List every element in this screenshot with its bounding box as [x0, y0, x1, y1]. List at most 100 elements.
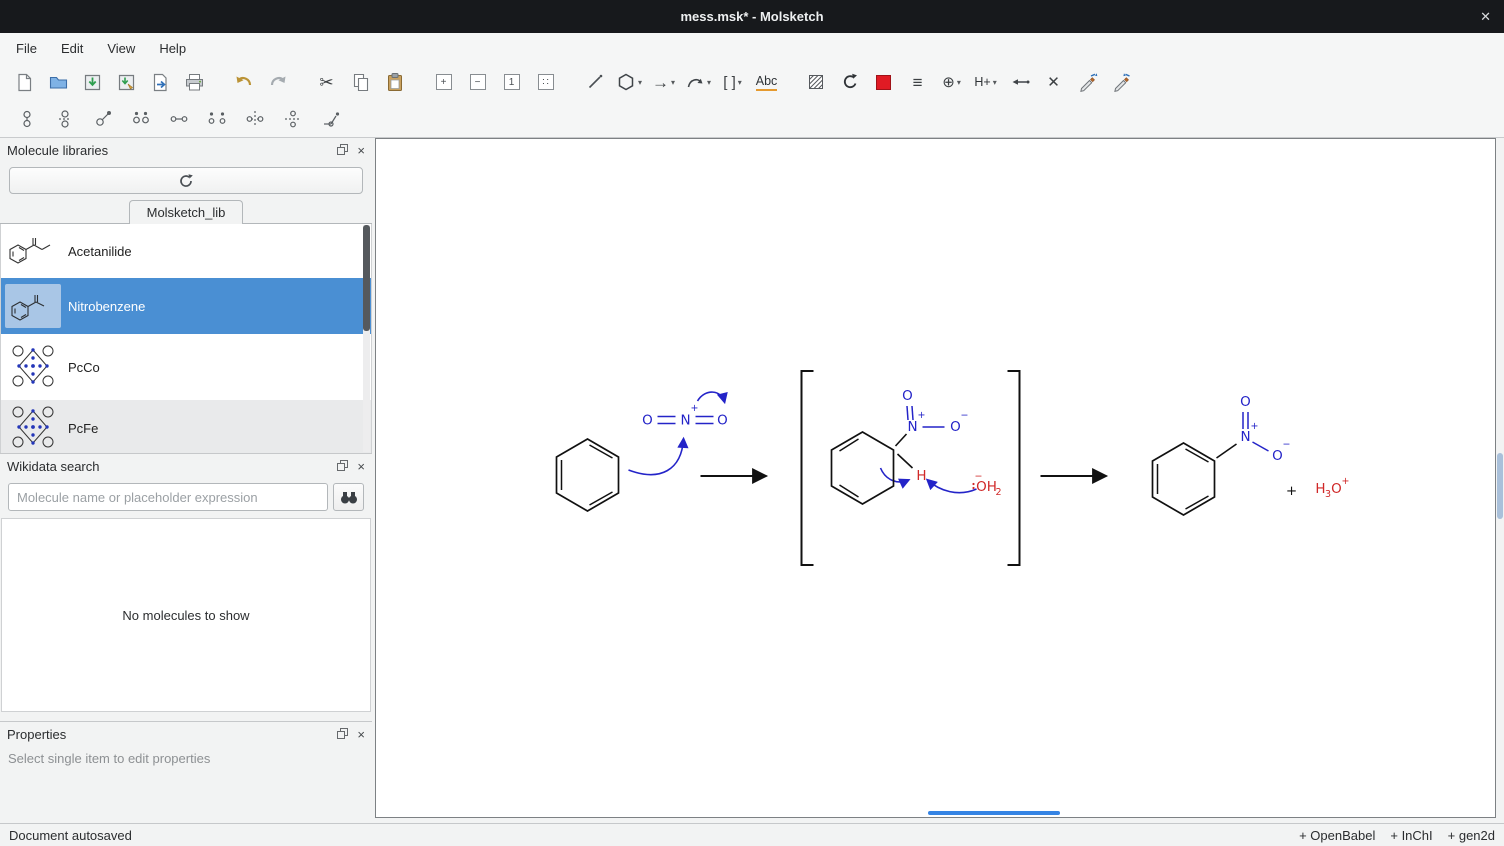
save-as-button[interactable] — [114, 69, 139, 95]
main-area: Molecule libraries × Molsketch_lib — [0, 138, 1504, 823]
add-ligand-button[interactable] — [90, 106, 115, 132]
list-item-pcco[interactable]: PcCo — [1, 334, 371, 400]
copy-button[interactable] — [348, 69, 373, 95]
save-button[interactable] — [80, 69, 105, 95]
list-item-acetanilide[interactable]: Acetanilide — [1, 224, 371, 278]
hydrogen-button[interactable]: H+▾ — [973, 69, 998, 95]
export-button[interactable] — [148, 69, 173, 95]
list-item-pcfe[interactable]: PcFe — [1, 400, 371, 453]
atom-label-o: O — [717, 413, 728, 429]
list-item-label: Acetanilide — [68, 244, 132, 259]
nitrobenzene-product[interactable]: O N + O − — [1153, 394, 1291, 515]
save-as-icon — [116, 72, 137, 93]
lone-pair-button[interactable] — [1007, 69, 1032, 95]
dropdown-arrow-icon[interactable]: ▾ — [993, 78, 997, 87]
wikidata-search-dock: Wikidata search × No molecules to show — [0, 453, 372, 721]
nitronium-ion[interactable]: O N + O — [642, 403, 728, 429]
statusbar: Document autosaved + OpenBabel + InChI +… — [0, 823, 1504, 846]
menu-help[interactable]: Help — [147, 37, 198, 60]
new-document-button[interactable] — [12, 69, 37, 95]
dropdown-arrow-icon[interactable]: ▾ — [738, 78, 742, 87]
color-button[interactable] — [871, 69, 896, 95]
zoom-fit-button[interactable]: ∷ — [533, 69, 558, 95]
swap-fragments-button[interactable] — [128, 106, 153, 132]
draw-bond-button[interactable] — [582, 69, 607, 95]
library-list-scrollbar[interactable] — [363, 225, 370, 452]
bracket-right[interactable] — [1008, 371, 1020, 565]
float-dock-button[interactable] — [337, 143, 348, 158]
ring-tool-button[interactable]: ▾ — [616, 69, 642, 95]
close-dock-button[interactable]: × — [357, 727, 365, 742]
float-dock-icon — [337, 144, 348, 155]
text-tool-button[interactable]: Abc — [754, 69, 779, 95]
menu-view[interactable]: View — [95, 37, 147, 60]
dropdown-arrow-icon[interactable]: ▾ — [957, 78, 961, 87]
refresh-libraries-button[interactable] — [9, 167, 363, 194]
wikidata-search-button[interactable] — [333, 483, 364, 511]
zoom-out-button[interactable]: − — [465, 69, 490, 95]
list-item-nitrobenzene[interactable]: Nitrobenzene — [1, 278, 371, 334]
zoom-original-button[interactable]: 1 — [499, 69, 524, 95]
float-dock-button[interactable] — [337, 459, 348, 474]
optimize-structure-button[interactable] — [1075, 69, 1100, 95]
float-dock-button[interactable] — [337, 727, 348, 742]
flip-horizontal-button[interactable] — [242, 106, 267, 132]
window-close-button[interactable]: ✕ — [1480, 0, 1491, 33]
library-tabbar: Molsketch_lib — [0, 197, 372, 224]
undo-button[interactable] — [231, 69, 256, 95]
wikidata-search-input[interactable] — [8, 483, 328, 511]
auto-layout-button[interactable] — [1109, 69, 1134, 95]
reactant-benzene[interactable] — [557, 439, 619, 511]
separate-atoms-icon — [206, 108, 228, 130]
merge-molecules-button[interactable] — [14, 106, 39, 132]
close-dock-button[interactable]: × — [357, 143, 365, 158]
dropdown-arrow-icon[interactable]: ▾ — [707, 78, 711, 87]
bracket-tool-button[interactable]: [ ]▾ — [720, 69, 745, 95]
horizontal-scrollbar-handle[interactable] — [928, 811, 1060, 815]
cut-button[interactable]: ✂ — [314, 69, 339, 95]
menu-edit[interactable]: Edit — [49, 37, 95, 60]
color-swatch-icon — [876, 75, 891, 90]
vertical-scrollbar-handle[interactable] — [1497, 453, 1503, 519]
electron-arrow[interactable] — [881, 468, 909, 482]
mechanism-arrow-icon — [685, 73, 705, 91]
library-list[interactable]: Acetanilide Nitrobenzene — [0, 224, 372, 453]
menu-file[interactable]: File — [4, 37, 49, 60]
scrollbar-handle[interactable] — [363, 225, 370, 331]
print-button[interactable] — [182, 69, 207, 95]
text-tool-icon: Abc — [756, 74, 778, 91]
tab-molsketch-lib[interactable]: Molsketch_lib — [129, 200, 244, 224]
arrow-tool-button[interactable]: →▾ — [651, 69, 676, 95]
rotate-button[interactable] — [837, 69, 862, 95]
delete-button[interactable]: ✕ — [1041, 69, 1066, 95]
line-width-button[interactable]: ≡ — [905, 69, 930, 95]
electron-arrow[interactable] — [629, 439, 684, 475]
flip-vertical-button[interactable] — [280, 106, 305, 132]
close-dock-button[interactable]: × — [357, 459, 365, 474]
separate-atoms-button[interactable] — [204, 106, 229, 132]
dropdown-arrow-icon[interactable]: ▾ — [671, 78, 675, 87]
list-item-label: PcCo — [68, 360, 100, 375]
bond-length-button[interactable] — [166, 106, 191, 132]
arenium-intermediate[interactable]: O N + O − H — [832, 388, 969, 504]
open-file-button[interactable] — [46, 69, 71, 95]
dropdown-arrow-icon[interactable]: ▾ — [638, 78, 642, 87]
electron-arrow[interactable] — [928, 480, 977, 493]
bracket-left[interactable] — [802, 371, 814, 565]
zoom-in-button[interactable]: + — [431, 69, 456, 95]
drawing-canvas[interactable]: O N + O — [375, 138, 1496, 818]
bond-angle-button[interactable] — [318, 106, 343, 132]
water-nucleophile[interactable]: OH 2 − — [972, 471, 1001, 498]
reaction-scheme: O N + O — [376, 139, 1495, 817]
charge-button[interactable]: ⊕▾ — [939, 69, 964, 95]
redo-button[interactable] — [265, 69, 290, 95]
flip-vertical-icon — [282, 108, 304, 130]
split-molecule-button[interactable] — [52, 106, 77, 132]
electron-arrow[interactable] — [698, 392, 725, 402]
electron-system-button[interactable] — [803, 69, 828, 95]
plugin-gen2d: + gen2d — [1448, 828, 1495, 843]
hydronium-ion[interactable]: H 3 O + — [1315, 476, 1349, 500]
mechanism-arrow-button[interactable]: ▾ — [685, 69, 711, 95]
ring-tool-icon — [616, 72, 636, 92]
paste-button[interactable] — [382, 69, 407, 95]
